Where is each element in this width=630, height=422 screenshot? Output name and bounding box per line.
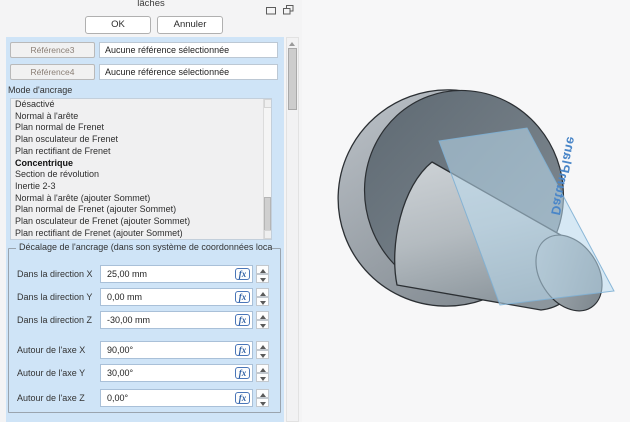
- axis-x-stepper[interactable]: [256, 341, 269, 359]
- spin-down-icon[interactable]: [256, 297, 269, 306]
- axis-y-stepper[interactable]: [256, 364, 269, 382]
- list-item[interactable]: Plan normal de Frenet (ajouter Sommet): [11, 204, 271, 216]
- reference3-field[interactable]: Aucune référence sélectionnée: [99, 42, 278, 58]
- list-scrollbar[interactable]: [263, 99, 271, 239]
- list-item[interactable]: Inertie 2-3: [11, 181, 271, 193]
- app-window: lâches OK Annuler Référence3 Aucune réfé…: [0, 0, 630, 422]
- anchor-dialog: lâches OK Annuler Référence3 Aucune réfé…: [0, 0, 302, 422]
- list-item[interactable]: Désactivé: [11, 99, 271, 111]
- direction-y-value: 0,00 mm: [107, 289, 142, 305]
- reference3-button[interactable]: Référence3: [10, 42, 95, 58]
- panel-scrollbar-thumb[interactable]: [288, 48, 297, 110]
- axis-x-label: Autour de l'axe X: [17, 345, 85, 355]
- direction-x-field[interactable]: 25,00 mm fx: [100, 265, 253, 283]
- list-item[interactable]: Normal à l'arête: [11, 111, 271, 123]
- axis-y-field[interactable]: 30,00° fx: [100, 364, 253, 382]
- float-window-icon[interactable]: [283, 2, 294, 20]
- spin-up-icon[interactable]: [256, 265, 269, 274]
- scroll-down-icon[interactable]: [264, 230, 272, 239]
- formula-fx-button[interactable]: fx: [235, 268, 250, 280]
- direction-z-stepper[interactable]: [256, 311, 269, 329]
- axis-y-value: 30,00°: [107, 365, 133, 381]
- axis-z-field[interactable]: 0,00° fx: [100, 389, 253, 407]
- list-item-selected[interactable]: Concentrique: [11, 158, 271, 170]
- axis-x-field[interactable]: 90,00° fx: [100, 341, 253, 359]
- 3d-scene: DatumPlane: [302, 0, 630, 422]
- scroll-up-icon[interactable]: [264, 99, 272, 108]
- direction-y-stepper[interactable]: [256, 288, 269, 306]
- formula-fx-button[interactable]: fx: [235, 291, 250, 303]
- reference4-button[interactable]: Référence4: [10, 64, 95, 80]
- list-item[interactable]: Normal à l'arête (ajouter Sommet): [11, 193, 271, 205]
- spin-up-icon[interactable]: [256, 288, 269, 297]
- axis-z-label: Autour de l'axe Z: [17, 393, 85, 403]
- list-item[interactable]: Plan normal de Frenet: [11, 122, 271, 134]
- dialog-titlebar[interactable]: lâches: [0, 0, 302, 14]
- spin-down-icon[interactable]: [256, 274, 269, 283]
- offset-groupbox: Décalage de l'ancrage (dans son système …: [8, 248, 281, 413]
- spin-up-icon[interactable]: [256, 341, 269, 350]
- maximize-icon[interactable]: [266, 2, 276, 20]
- 3d-viewport[interactable]: DatumPlane: [302, 0, 630, 422]
- formula-fx-button[interactable]: fx: [235, 344, 250, 356]
- panel-scrollbar[interactable]: [286, 37, 299, 422]
- direction-z-field[interactable]: -30,00 mm fx: [100, 311, 253, 329]
- axis-y-label: Autour de l'axe Y: [17, 368, 85, 378]
- reference4-field[interactable]: Aucune référence sélectionnée: [99, 64, 278, 80]
- list-item[interactable]: Plan osculateur de Frenet (ajouter Somme…: [11, 216, 271, 228]
- dialog-title: lâches: [0, 0, 302, 9]
- direction-z-value: -30,00 mm: [107, 312, 150, 328]
- list-item[interactable]: Section de révolution: [11, 169, 271, 181]
- direction-x-value: 25,00 mm: [107, 266, 147, 282]
- direction-y-field[interactable]: 0,00 mm fx: [100, 288, 253, 306]
- list-item[interactable]: Plan rectifiant de Frenet: [11, 146, 271, 158]
- spin-up-icon[interactable]: [256, 389, 269, 398]
- axis-x-value: 90,00°: [107, 342, 133, 358]
- direction-x-label: Dans la direction X: [17, 269, 93, 279]
- ok-button[interactable]: OK: [85, 16, 151, 34]
- direction-x-stepper[interactable]: [256, 265, 269, 283]
- spin-down-icon[interactable]: [256, 373, 269, 382]
- list-scrollbar-thumb[interactable]: [264, 197, 271, 231]
- spin-down-icon[interactable]: [256, 320, 269, 329]
- spin-up-icon[interactable]: [256, 311, 269, 320]
- formula-fx-button[interactable]: fx: [235, 367, 250, 379]
- cancel-button[interactable]: Annuler: [157, 16, 223, 34]
- spin-down-icon[interactable]: [256, 398, 269, 407]
- anchor-mode-label: Mode d'ancrage: [8, 85, 72, 95]
- anchor-mode-list: Désactivé Normal à l'arête Plan normal d…: [10, 98, 272, 240]
- offset-group-label: Décalage de l'ancrage (dans son système …: [16, 242, 272, 252]
- formula-fx-button[interactable]: fx: [235, 392, 250, 404]
- spin-up-icon[interactable]: [256, 364, 269, 373]
- scroll-up-icon[interactable]: [289, 42, 295, 46]
- axis-z-value: 0,00°: [107, 390, 128, 406]
- direction-z-label: Dans la direction Z: [17, 315, 92, 325]
- list-item[interactable]: Plan rectifiant de Frenet (ajouter Somme…: [11, 228, 271, 240]
- direction-y-label: Dans la direction Y: [17, 292, 92, 302]
- spin-down-icon[interactable]: [256, 350, 269, 359]
- dialog-panel: Référence3 Aucune référence sélectionnée…: [6, 37, 284, 422]
- list-item[interactable]: Plan osculateur de Frenet: [11, 134, 271, 146]
- formula-fx-button[interactable]: fx: [235, 314, 250, 326]
- axis-z-stepper[interactable]: [256, 389, 269, 407]
